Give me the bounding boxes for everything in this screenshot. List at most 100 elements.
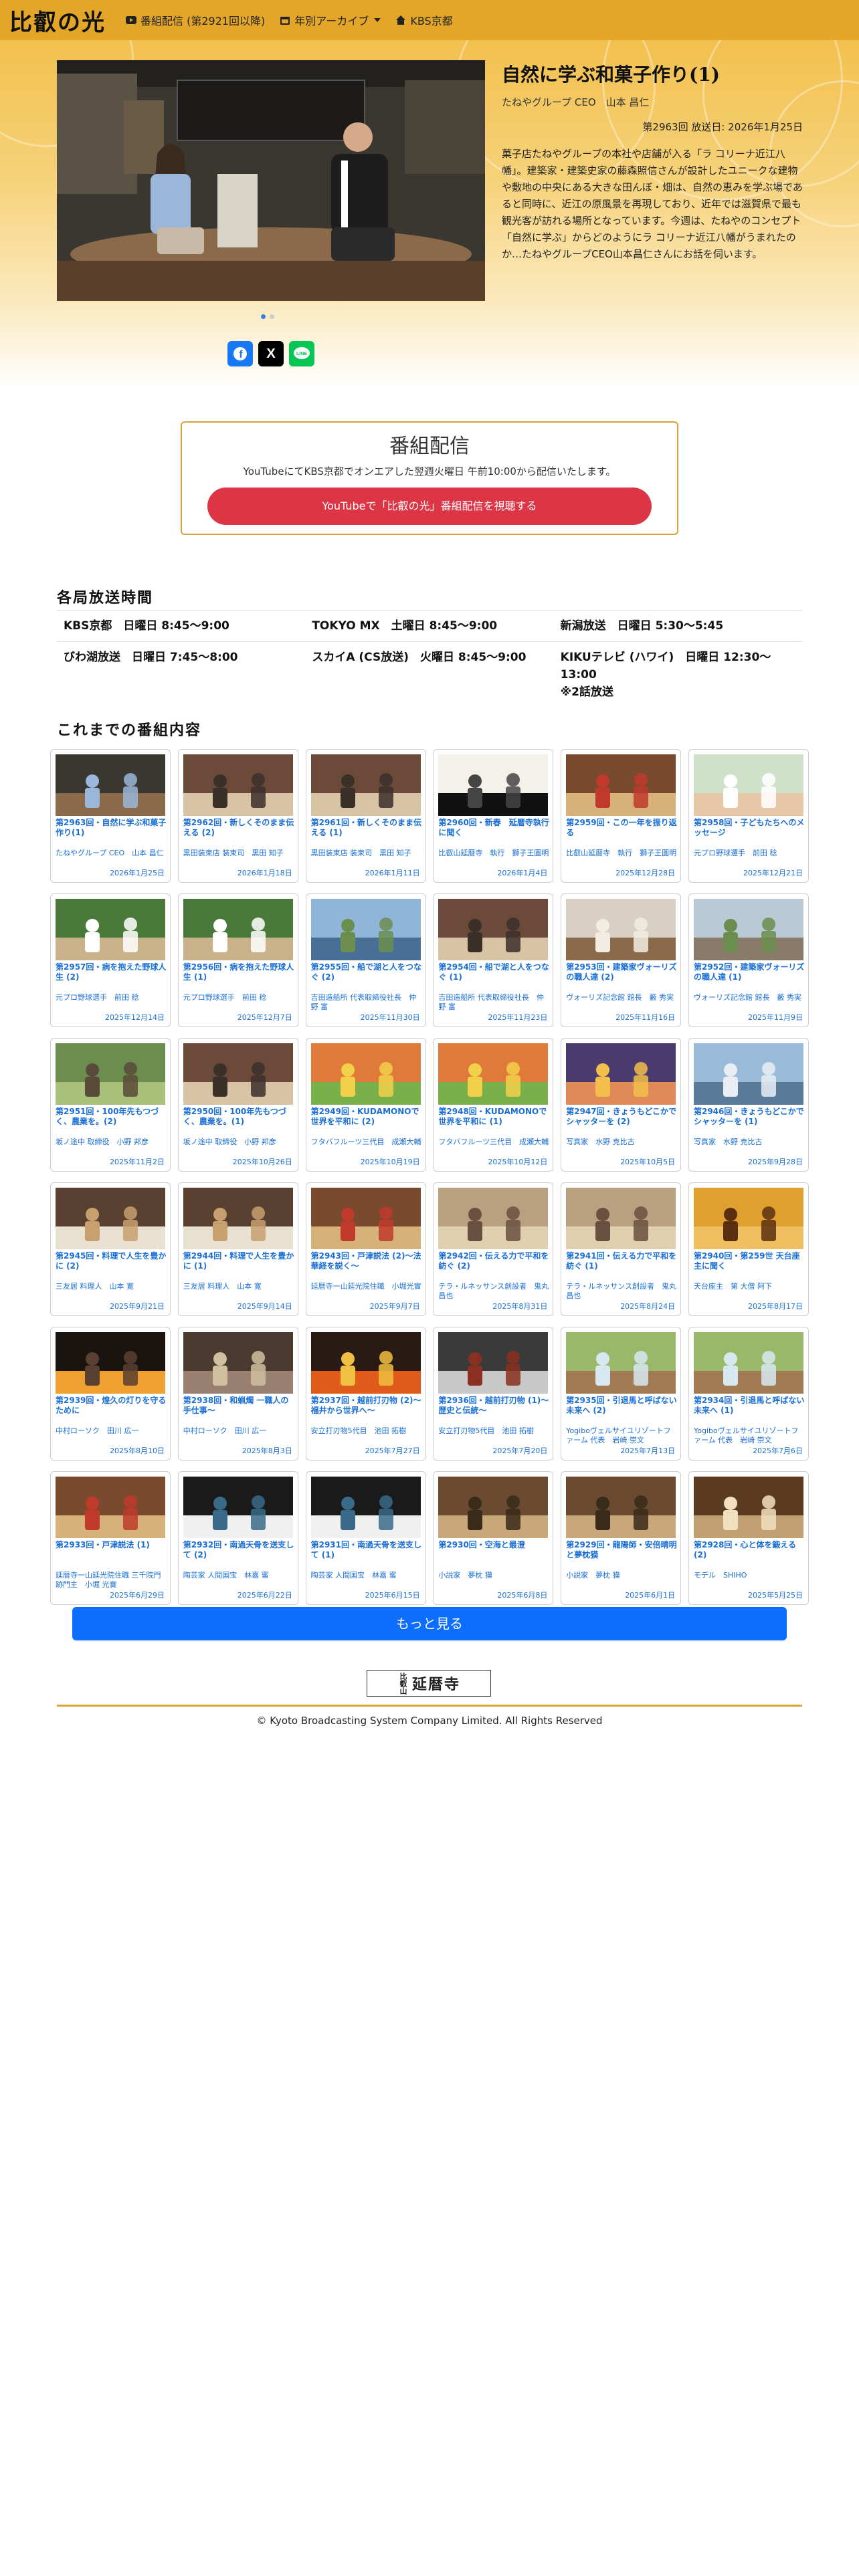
- carousel-dot[interactable]: [261, 314, 266, 319]
- episode-card[interactable]: 第2932回・南過天骨を送支して (2) 陶芸家 人間国宝 林嘉 蜜 2025年6月…: [177, 1471, 298, 1605]
- episode-card[interactable]: 第2945回・料理で人生を豊かに (2) 三友居 料理人 山本 寛 2025年9月2…: [50, 1182, 171, 1316]
- episode-title[interactable]: 第2961回・新しくそのまま伝える (1): [311, 818, 422, 838]
- episode-card[interactable]: 第2934回・引退馬と呼ばない未来へ (1) Yogiboヴェルサイユリゾートファ…: [688, 1327, 809, 1461]
- episode-title[interactable]: 第2930回・空海と最澄: [438, 1540, 549, 1550]
- episode-card[interactable]: 第2947回・きょうもどこかでシャッターを (2) 写真家 水野 克比古 2025年…: [561, 1038, 682, 1172]
- episode-thumbnail[interactable]: [693, 754, 803, 816]
- episode-thumbnail[interactable]: [438, 1043, 549, 1105]
- episode-title[interactable]: 第2943回・戸津説法 (2)〜法華経を説く〜: [311, 1251, 422, 1271]
- enryakuji-logo[interactable]: 比叡山 延暦寺: [367, 1670, 491, 1697]
- episode-card[interactable]: 第2935回・引退馬と呼ばない未来へ (2) Yogiboヴェルサイユリゾートファ…: [561, 1327, 682, 1461]
- episode-card[interactable]: 第2930回・空海と最澄 小説家 夢枕 獏 2025年6月8日: [433, 1471, 554, 1605]
- episode-thumbnail[interactable]: [56, 1188, 165, 1249]
- episode-title[interactable]: 第2938回・和蝋燭 一職人の手仕事〜: [183, 1396, 294, 1416]
- episode-title[interactable]: 第2956回・病を抱えた野球人生 (1): [183, 962, 294, 982]
- episode-title[interactable]: 第2928回・心と体を鍛える(2): [694, 1540, 805, 1560]
- nav-item-kbs[interactable]: KBS京都: [395, 12, 453, 28]
- episode-thumbnail[interactable]: [183, 1043, 293, 1105]
- episode-card[interactable]: 第2946回・きょうもどこかでシャッターを (1) 写真家 水野 克比古 2025年…: [688, 1038, 809, 1172]
- episode-title[interactable]: 第2934回・引退馬と呼ばない未来へ (1): [694, 1396, 805, 1416]
- episode-card[interactable]: 第2951回・100年先もつづく、農業を。(2) 坂ノ途中 取締役 小野 邦彦 20…: [50, 1038, 171, 1172]
- episode-title[interactable]: 第2941回・伝える力で平和を紡ぐ (1): [566, 1251, 677, 1271]
- episode-thumbnail[interactable]: [310, 1477, 421, 1538]
- episode-title[interactable]: 第2950回・100年先もつづく、農業を。(1): [183, 1107, 294, 1127]
- episode-card[interactable]: 第2955回・船で湖と人をつなぐ (2) 吉田造船所 代表取締役社長 仲野 富 20…: [305, 893, 426, 1027]
- facebook-share-button[interactable]: f: [227, 341, 253, 366]
- episode-thumbnail[interactable]: [183, 899, 293, 960]
- episode-title[interactable]: 第2946回・きょうもどこかでシャッターを (1): [694, 1107, 805, 1127]
- episode-card[interactable]: 第2931回・南過天骨を送支して (1) 陶芸家 人間国宝 林嘉 蜜 2025年6月…: [305, 1471, 426, 1605]
- episode-thumbnail[interactable]: [310, 1188, 421, 1249]
- episode-card[interactable]: 第2948回・KUDAMONOで世界を平和に (1) フタバフルーツ三代目 成瀬大…: [433, 1038, 554, 1172]
- episode-thumbnail[interactable]: [183, 1332, 293, 1394]
- episode-thumbnail[interactable]: [56, 1043, 165, 1105]
- episode-title[interactable]: 第2945回・料理で人生を豊かに (2): [56, 1251, 167, 1271]
- site-brand[interactable]: 比叡の光: [9, 4, 106, 37]
- episode-title[interactable]: 第2949回・KUDAMONOで世界を平和に (2): [311, 1107, 422, 1127]
- episode-card[interactable]: 第2958回・子どもたちへのメッセージ 元プロ野球選手 前田 稔 2025年12月2…: [688, 749, 809, 883]
- episode-card[interactable]: 第2939回・煌久の灯りを守るために 中村ローソク 田川 広一 2025年8月10日: [50, 1327, 171, 1461]
- episode-title[interactable]: 第2955回・船で湖と人をつなぐ (2): [311, 962, 422, 982]
- episode-card[interactable]: 第2941回・伝える力で平和を紡ぐ (1) テラ・ルネッサンス創設者 鬼丸 昌也 2…: [561, 1182, 682, 1316]
- episode-card[interactable]: 第2954回・船で湖と人をつなぐ (1) 吉田造船所 代表取締役社長 仲野 富 20…: [433, 893, 554, 1027]
- episode-thumbnail[interactable]: [56, 1477, 165, 1538]
- episode-card[interactable]: 第2949回・KUDAMONOで世界を平和に (2) フタバフルーツ三代目 成瀬大…: [305, 1038, 426, 1172]
- youtube-watch-button[interactable]: YouTubeで「比叡の光」番組配信を視聴する: [207, 488, 652, 525]
- episode-title[interactable]: 第2953回・建築家ヴォーリズの職人達 (2): [566, 962, 677, 982]
- episode-thumbnail[interactable]: [310, 899, 421, 960]
- episode-title[interactable]: 第2937回・越前打刃物 (2)〜福井から世界へ〜: [311, 1396, 422, 1416]
- episode-card[interactable]: 第2944回・料理で人生を豊かに (1) 三友居 料理人 山本 寛 2025年9月1…: [177, 1182, 298, 1316]
- episode-card[interactable]: 第2962回・新しくそのまま伝える (2) 黒田装束店 装束司 黒田 知子 2026…: [177, 749, 298, 883]
- hero-carousel[interactable]: [57, 60, 485, 301]
- episode-thumbnail[interactable]: [56, 1332, 165, 1394]
- episode-thumbnail[interactable]: [183, 1188, 293, 1249]
- episode-title[interactable]: 第2957回・病を抱えた野球人生 (2): [56, 962, 167, 982]
- nav-item-archive[interactable]: 年別アーカイブ: [280, 12, 381, 28]
- episode-card[interactable]: 第2943回・戸津説法 (2)〜法華経を説く〜 延暦寺一山延光院住職 小堀光實 20…: [305, 1182, 426, 1316]
- episode-title[interactable]: 第2931回・南過天骨を送支して (1): [311, 1540, 422, 1560]
- carousel-dot[interactable]: [270, 314, 274, 319]
- more-button[interactable]: もっと見る: [72, 1607, 787, 1640]
- episode-title[interactable]: 第2932回・南過天骨を送支して (2): [183, 1540, 294, 1560]
- episode-thumbnail[interactable]: [310, 754, 421, 816]
- episode-title[interactable]: 第2947回・きょうもどこかでシャッターを (2): [566, 1107, 677, 1127]
- episode-card[interactable]: 第2963回・自然に学ぶ和菓子作り(1) たねやグループ CEO 山本 昌仁 202…: [50, 749, 171, 883]
- episode-card[interactable]: 第2957回・病を抱えた野球人生 (2) 元プロ野球選手 前田 稔 2025年12月…: [50, 893, 171, 1027]
- episode-card[interactable]: 第2959回・この一年を振り返る 比叡山延暦寺 執行 獅子王圓明 2025年12月2…: [561, 749, 682, 883]
- episode-title[interactable]: 第2951回・100年先もつづく、農業を。(2): [56, 1107, 167, 1127]
- episode-thumbnail[interactable]: [566, 754, 676, 816]
- episode-title[interactable]: 第2960回・新春 延暦寺執行に聞く: [438, 818, 549, 838]
- episode-thumbnail[interactable]: [56, 754, 165, 816]
- episode-title[interactable]: 第2933回・戸津説法 (1): [56, 1540, 167, 1550]
- episode-title[interactable]: 第2963回・自然に学ぶ和菓子作り(1): [56, 818, 167, 838]
- episode-thumbnail[interactable]: [566, 899, 676, 960]
- episode-thumbnail[interactable]: [310, 1332, 421, 1394]
- episode-title[interactable]: 第2962回・新しくそのまま伝える (2): [183, 818, 294, 838]
- episode-card[interactable]: 第2950回・100年先もつづく、農業を。(1) 坂ノ途中 取締役 小野 邦彦 20…: [177, 1038, 298, 1172]
- episode-card[interactable]: 第2952回・建築家ヴォーリズの職人達 (1) ヴォーリズ記念館 館長 藪 秀実 2…: [688, 893, 809, 1027]
- episode-thumbnail[interactable]: [693, 899, 803, 960]
- episode-title[interactable]: 第2939回・煌久の灯りを守るために: [56, 1396, 167, 1416]
- episode-card[interactable]: 第2933回・戸津説法 (1) 延暦寺一山延光院住職 三千院門跡門主 小堀 光實 2…: [50, 1471, 171, 1605]
- episode-title[interactable]: 第2958回・子どもたちへのメッセージ: [694, 818, 805, 838]
- episode-thumbnail[interactable]: [566, 1477, 676, 1538]
- episode-title[interactable]: 第2952回・建築家ヴォーリズの職人達 (1): [694, 962, 805, 982]
- episode-title[interactable]: 第2935回・引退馬と呼ばない未来へ (2): [566, 1396, 677, 1416]
- line-share-button[interactable]: LINE: [289, 341, 314, 366]
- episode-title[interactable]: 第2942回・伝える力で平和を紡ぐ (2): [438, 1251, 549, 1271]
- episode-title[interactable]: 第2940回・第259世 天台座主に聞く: [694, 1251, 805, 1271]
- episode-title[interactable]: 第2959回・この一年を振り返る: [566, 818, 677, 838]
- episode-thumbnail[interactable]: [566, 1043, 676, 1105]
- nav-item-delivery[interactable]: 番組配信 (第2921回以降): [126, 12, 265, 28]
- episode-title[interactable]: 第2944回・料理で人生を豊かに (1): [183, 1251, 294, 1271]
- episode-thumbnail[interactable]: [438, 1188, 549, 1249]
- episode-title[interactable]: 第2948回・KUDAMONOで世界を平和に (1): [438, 1107, 549, 1127]
- episode-thumbnail[interactable]: [566, 1188, 676, 1249]
- episode-thumbnail[interactable]: [56, 899, 165, 960]
- episode-thumbnail[interactable]: [693, 1332, 803, 1394]
- episode-card[interactable]: 第2929回・龍陽師・安倍晴明と夢枕獏 小説家 夢枕 獏 2025年6月1日: [561, 1471, 682, 1605]
- episode-thumbnail[interactable]: [566, 1332, 676, 1394]
- episode-card[interactable]: 第2960回・新春 延暦寺執行に聞く 比叡山延暦寺 執行 獅子王圓明 2026年1月…: [433, 749, 554, 883]
- episode-card[interactable]: 第2940回・第259世 天台座主に聞く 天台座主 第 大僧 阿下 2025年8月1…: [688, 1182, 809, 1316]
- episode-thumbnail[interactable]: [438, 1477, 549, 1538]
